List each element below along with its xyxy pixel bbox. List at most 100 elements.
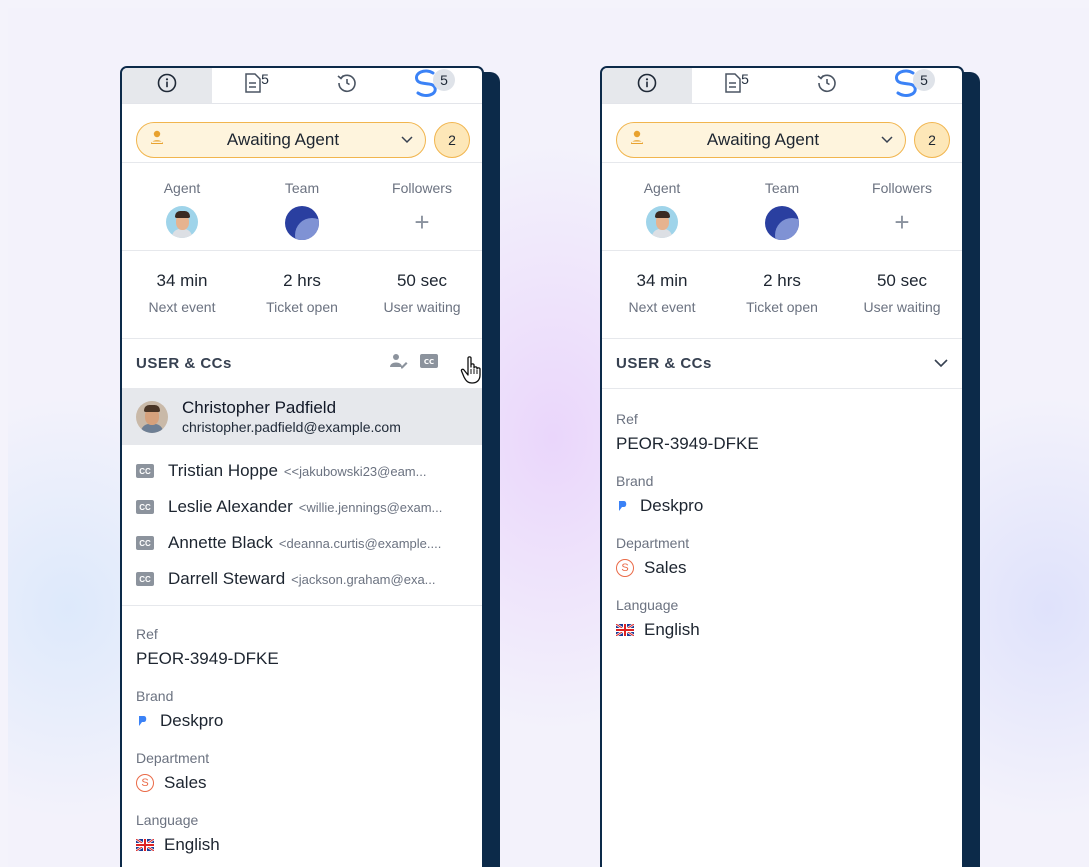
followers-field[interactable]: Followers + xyxy=(842,180,962,250)
tab-apps[interactable]: 5 xyxy=(872,68,962,103)
cc-email: <jackson.graham@exa... xyxy=(291,571,436,587)
status-label: Awaiting Agent xyxy=(706,129,820,149)
cc-row[interactable]: CC Annette Black <deanna.curtis@example.… xyxy=(122,525,482,561)
status-count-badge[interactable]: 2 xyxy=(434,121,470,158)
field-label: Department xyxy=(616,535,690,551)
stat-next-event: 34 min Next event xyxy=(122,271,242,338)
info-icon xyxy=(157,73,177,98)
agent-label: Agent xyxy=(163,180,201,196)
field-value: S Sales xyxy=(136,770,468,796)
field-value: English xyxy=(616,617,948,643)
cc-name: Annette Black xyxy=(168,533,273,552)
user-ccs-header[interactable]: USER & CCs CC xyxy=(122,339,482,389)
section-title: USER & CCs xyxy=(616,355,712,372)
tab-bar: 5 5 xyxy=(602,68,962,104)
tab-apps[interactable]: 5 xyxy=(392,68,482,103)
tab-info[interactable] xyxy=(602,68,692,103)
hand-cursor-icon xyxy=(460,356,484,389)
agent-avatar[interactable] xyxy=(646,206,678,238)
team-field[interactable]: Team xyxy=(722,180,842,250)
stat-value: 34 min xyxy=(636,271,688,290)
agent-field[interactable]: Agent xyxy=(602,180,722,250)
cc-email: <deanna.curtis@example.... xyxy=(278,535,442,551)
panel: 5 5 Awaiting Agent 2 Agent Team Follower… xyxy=(120,66,484,867)
field-label: Brand xyxy=(136,688,174,704)
sales-department-icon: S xyxy=(616,559,634,577)
chevron-down-icon xyxy=(881,131,893,149)
stat-label: User waiting xyxy=(863,299,941,315)
stats-row: 34 min Next event 2 hrs Ticket open 50 s… xyxy=(122,251,482,339)
stat-value: 34 min xyxy=(156,271,208,290)
uk-flag-icon xyxy=(136,839,154,851)
document-icon xyxy=(244,73,262,98)
field-brand[interactable]: Brand Deskpro xyxy=(616,473,948,519)
field-department[interactable]: Department S Sales xyxy=(616,535,948,581)
chevron-down-icon[interactable] xyxy=(934,355,948,373)
add-follower-button[interactable]: + xyxy=(414,206,429,238)
sales-department-icon: S xyxy=(136,774,154,792)
field-value: Deskpro xyxy=(136,708,468,734)
tab-documents[interactable]: 5 xyxy=(692,68,782,103)
language-value: English xyxy=(164,835,220,854)
agent-avatar[interactable] xyxy=(166,206,198,238)
followers-field[interactable]: Followers + xyxy=(362,180,482,250)
field-brand[interactable]: Brand Deskpro xyxy=(136,688,468,734)
brand-value: Deskpro xyxy=(640,496,704,515)
team-label: Team xyxy=(764,180,800,196)
field-department[interactable]: Department S Sales xyxy=(136,750,468,796)
tab-info[interactable] xyxy=(122,68,212,103)
field-language[interactable]: Language English xyxy=(136,812,468,858)
status-dropdown[interactable]: Awaiting Agent xyxy=(136,121,426,158)
people-row: Agent Team Followers + xyxy=(602,163,962,251)
stat-value: 2 hrs xyxy=(763,271,801,290)
add-follower-button[interactable]: + xyxy=(894,206,909,238)
field-value: S Sales xyxy=(616,555,948,581)
field-ref: Ref PEOR-3949-DFKE xyxy=(616,411,948,457)
field-value: Deskpro xyxy=(616,493,948,519)
user-email[interactable]: christopher.padfield@example.com xyxy=(182,418,401,436)
deskpro-brand-icon xyxy=(136,714,150,728)
cc-row[interactable]: CC Tristian Hoppe <<jakubowski23@eam... xyxy=(122,453,482,489)
tab-documents[interactable]: 5 xyxy=(212,68,302,103)
team-field[interactable]: Team xyxy=(242,180,362,250)
history-icon xyxy=(336,72,358,99)
status-count-badge[interactable]: 2 xyxy=(914,121,950,158)
document-icon xyxy=(724,73,742,98)
field-value: English xyxy=(136,832,468,858)
agent-field[interactable]: Agent xyxy=(122,180,242,250)
edit-user-icon[interactable] xyxy=(390,353,408,374)
brand-value: Deskpro xyxy=(160,711,224,730)
tab-history[interactable] xyxy=(302,68,392,103)
cc-list: CC Tristian Hoppe <<jakubowski23@eam... … xyxy=(122,445,482,606)
cc-icon: CC xyxy=(136,464,154,478)
cc-row[interactable]: CC Leslie Alexander <willie.jennings@exa… xyxy=(122,489,482,525)
status-dropdown[interactable]: Awaiting Agent xyxy=(616,121,906,158)
stat-next-event: 34 min Next event xyxy=(602,271,722,338)
followers-label: Followers xyxy=(872,180,932,196)
field-language[interactable]: Language English xyxy=(616,597,948,643)
agent-label: Agent xyxy=(643,180,681,196)
ref-value: PEOR-3949-DFKE xyxy=(616,434,759,453)
ticket-details: Ref PEOR-3949-DFKE Brand Deskpro Departm… xyxy=(122,606,482,858)
user-row[interactable]: Christopher Padfield christopher.padfiel… xyxy=(122,389,482,445)
deskpro-brand-icon xyxy=(616,499,630,513)
field-label: Department xyxy=(136,750,210,766)
field-value: PEOR-3949-DFKE xyxy=(616,431,948,457)
team-avatar[interactable] xyxy=(285,206,319,240)
stat-label: Ticket open xyxy=(746,299,818,315)
tab-history[interactable] xyxy=(782,68,872,103)
cc-icon: CC xyxy=(136,572,154,586)
cc-row[interactable]: CC Darrell Steward <jackson.graham@exa..… xyxy=(122,561,482,597)
user-ccs-header[interactable]: USER & CCs xyxy=(602,339,962,389)
team-avatar[interactable] xyxy=(765,206,799,240)
ref-value: PEOR-3949-DFKE xyxy=(136,649,279,668)
stat-value: 50 sec xyxy=(876,271,928,290)
user-name[interactable]: Christopher Padfield xyxy=(182,398,401,418)
tab-apps-count: 5 xyxy=(913,68,935,91)
stat-label: Next event xyxy=(628,299,696,315)
awaiting-agent-icon xyxy=(629,129,645,150)
add-cc-icon[interactable]: CC xyxy=(420,354,438,373)
field-label: Ref xyxy=(616,411,638,427)
tab-documents-count: 5 xyxy=(261,70,269,87)
ticket-sidebar-expanded: 5 5 Awaiting Agent 2 Agent Team Follower… xyxy=(120,66,500,867)
